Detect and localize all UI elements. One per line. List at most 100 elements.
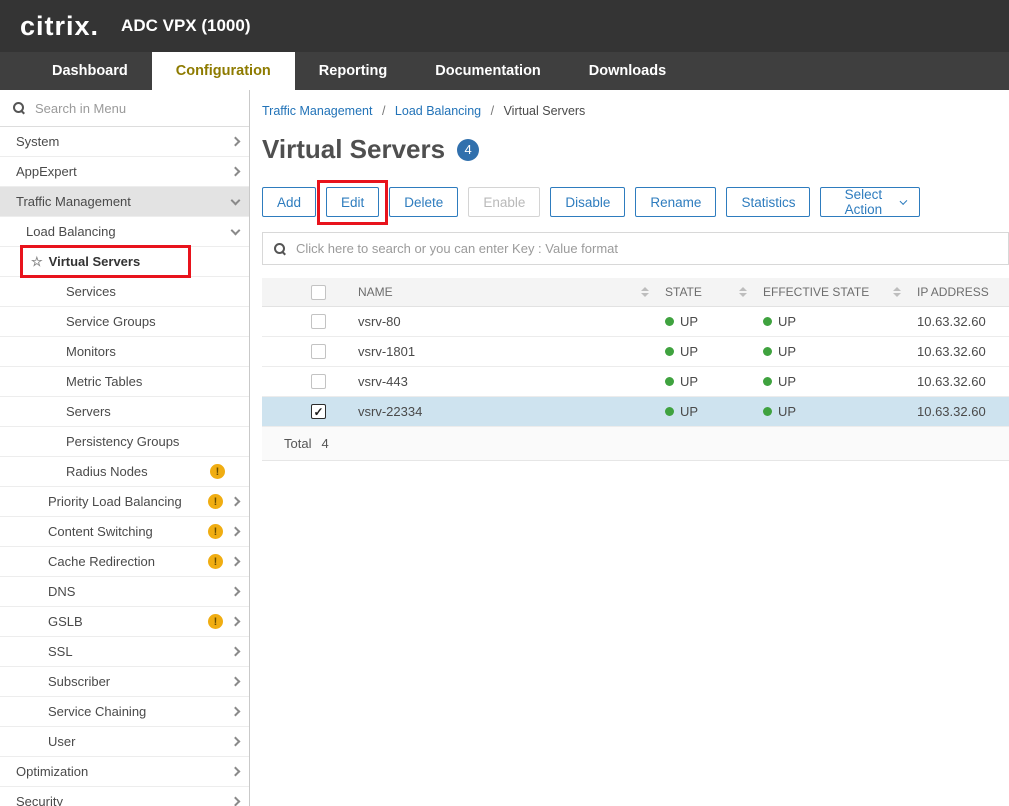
chevron-right-icon xyxy=(231,677,241,687)
warning-icon: ! xyxy=(210,464,225,479)
column-header-effective-state[interactable]: EFFECTIVE STATE xyxy=(763,285,869,299)
table-row[interactable]: ✓ vsrv-22334 UP UP 10.63.32.60 xyxy=(262,397,1009,427)
warning-icon: ! xyxy=(208,524,223,539)
chevron-right-icon xyxy=(231,527,241,537)
sidebar-item-appexpert[interactable]: AppExpert xyxy=(0,157,249,187)
sidebar-item-optimization[interactable]: Optimization xyxy=(0,757,249,787)
sidebar-item-service-chaining[interactable]: Service Chaining xyxy=(0,697,249,727)
status-up-icon xyxy=(763,407,772,416)
sidebar-item-user[interactable]: User xyxy=(0,727,249,757)
table-row[interactable]: vsrv-1801 UP UP 10.63.32.60 xyxy=(262,337,1009,367)
sidebar-search-input[interactable] xyxy=(35,101,237,116)
sidebar-item-label: Metric Tables xyxy=(66,374,142,389)
edit-button[interactable]: Edit xyxy=(326,187,379,217)
select-action-dropdown[interactable]: Select Action xyxy=(820,187,920,217)
ip-address-value: 10.63.32.60 xyxy=(917,404,1009,419)
sidebar-item-gslb[interactable]: GSLB ! xyxy=(0,607,249,637)
chevron-right-icon xyxy=(231,767,241,777)
table-row[interactable]: vsrv-443 UP UP 10.63.32.60 xyxy=(262,367,1009,397)
breadcrumb-current: Virtual Servers xyxy=(504,104,586,118)
sort-icon[interactable] xyxy=(893,287,901,297)
sidebar-item-system[interactable]: System xyxy=(0,127,249,157)
table-header-row: NAME STATE EFFECTIVE STATE IP ADDRESS xyxy=(262,278,1009,307)
sidebar-item-services[interactable]: Services xyxy=(0,277,249,307)
sidebar-item-monitors[interactable]: Monitors xyxy=(0,337,249,367)
sidebar-item-label: Persistency Groups xyxy=(66,434,179,449)
column-header-ip-address[interactable]: IP ADDRESS xyxy=(917,285,989,299)
sidebar-item-traffic-management[interactable]: Traffic Management xyxy=(0,187,249,217)
sidebar-item-cache-redirection[interactable]: Cache Redirection ! xyxy=(0,547,249,577)
tab-documentation[interactable]: Documentation xyxy=(411,52,565,90)
sidebar-item-radius-nodes[interactable]: Radius Nodes ! xyxy=(0,457,249,487)
sidebar-item-service-groups[interactable]: Service Groups xyxy=(0,307,249,337)
sidebar-item-dns[interactable]: DNS xyxy=(0,577,249,607)
ip-address-value: 10.63.32.60 xyxy=(917,374,1009,389)
star-icon: ☆ xyxy=(31,254,43,270)
status-up-icon xyxy=(665,347,674,356)
chevron-right-icon xyxy=(231,167,241,177)
sidebar-item-label: Radius Nodes xyxy=(66,464,148,479)
sidebar-item-label: DNS xyxy=(48,584,75,599)
sidebar-item-label: Monitors xyxy=(66,344,116,359)
select-all-checkbox[interactable] xyxy=(311,285,326,300)
tab-label: Reporting xyxy=(319,63,387,79)
column-header-state[interactable]: STATE xyxy=(665,285,702,299)
breadcrumb-load-balancing[interactable]: Load Balancing xyxy=(395,104,481,118)
delete-button[interactable]: Delete xyxy=(389,187,458,217)
chevron-right-icon xyxy=(231,497,241,507)
ip-address-value: 10.63.32.60 xyxy=(917,344,1009,359)
sort-icon[interactable] xyxy=(739,287,747,297)
sidebar-search xyxy=(0,90,249,127)
sidebar-item-metric-tables[interactable]: Metric Tables xyxy=(0,367,249,397)
search-icon xyxy=(273,242,287,256)
status-up-icon xyxy=(665,377,674,386)
check-icon: ✓ xyxy=(313,405,323,419)
rename-button[interactable]: Rename xyxy=(635,187,716,217)
sidebar-item-content-switching[interactable]: Content Switching ! xyxy=(0,517,249,547)
status-up-icon xyxy=(665,317,674,326)
chevron-right-icon xyxy=(231,137,241,147)
sidebar-item-virtual-servers[interactable]: ☆ Virtual Servers xyxy=(0,247,249,277)
state-value: UP xyxy=(680,404,698,419)
breadcrumb-separator: / xyxy=(491,104,494,118)
add-button[interactable]: Add xyxy=(262,187,316,217)
enable-button: Enable xyxy=(468,187,540,217)
table-row[interactable]: vsrv-80 UP UP 10.63.32.60 xyxy=(262,307,1009,337)
row-checkbox[interactable] xyxy=(311,344,326,359)
disable-button[interactable]: Disable xyxy=(550,187,625,217)
sidebar-item-label: Subscriber xyxy=(48,674,110,689)
tab-reporting[interactable]: Reporting xyxy=(295,52,411,90)
tab-downloads[interactable]: Downloads xyxy=(565,52,690,90)
warning-icon: ! xyxy=(208,614,223,629)
chevron-right-icon xyxy=(231,797,241,806)
sidebar-item-label: Security xyxy=(16,794,63,806)
table-search-input[interactable] xyxy=(296,241,998,256)
sidebar-item-load-balancing[interactable]: Load Balancing xyxy=(0,217,249,247)
sidebar-item-ssl[interactable]: SSL xyxy=(0,637,249,667)
statistics-button[interactable]: Statistics xyxy=(726,187,810,217)
select-action-label: Select Action xyxy=(834,187,892,217)
count-badge: 4 xyxy=(457,139,479,161)
effective-state-value: UP xyxy=(778,374,796,389)
sidebar-item-persistency-groups[interactable]: Persistency Groups xyxy=(0,427,249,457)
row-checkbox[interactable]: ✓ xyxy=(311,404,326,419)
status-up-icon xyxy=(763,317,772,326)
sidebar-item-servers[interactable]: Servers xyxy=(0,397,249,427)
sidebar-item-security[interactable]: Security xyxy=(0,787,249,806)
column-header-name[interactable]: NAME xyxy=(358,285,393,299)
sidebar-item-label: Service Chaining xyxy=(48,704,146,719)
breadcrumb-traffic-management[interactable]: Traffic Management xyxy=(262,104,372,118)
sort-icon[interactable] xyxy=(641,287,649,297)
row-checkbox[interactable] xyxy=(311,314,326,329)
tab-configuration[interactable]: Configuration xyxy=(152,52,295,90)
chevron-right-icon xyxy=(231,587,241,597)
tab-dashboard[interactable]: Dashboard xyxy=(28,52,152,90)
tab-label: Dashboard xyxy=(52,63,128,79)
row-checkbox[interactable] xyxy=(311,374,326,389)
sidebar-item-subscriber[interactable]: Subscriber xyxy=(0,667,249,697)
vserver-name: vsrv-22334 xyxy=(358,404,665,419)
sidebar-item-priority-load-balancing[interactable]: Priority Load Balancing ! xyxy=(0,487,249,517)
warning-icon: ! xyxy=(208,494,223,509)
vserver-name: vsrv-80 xyxy=(358,314,665,329)
sidebar-item-label: SSL xyxy=(48,644,73,659)
